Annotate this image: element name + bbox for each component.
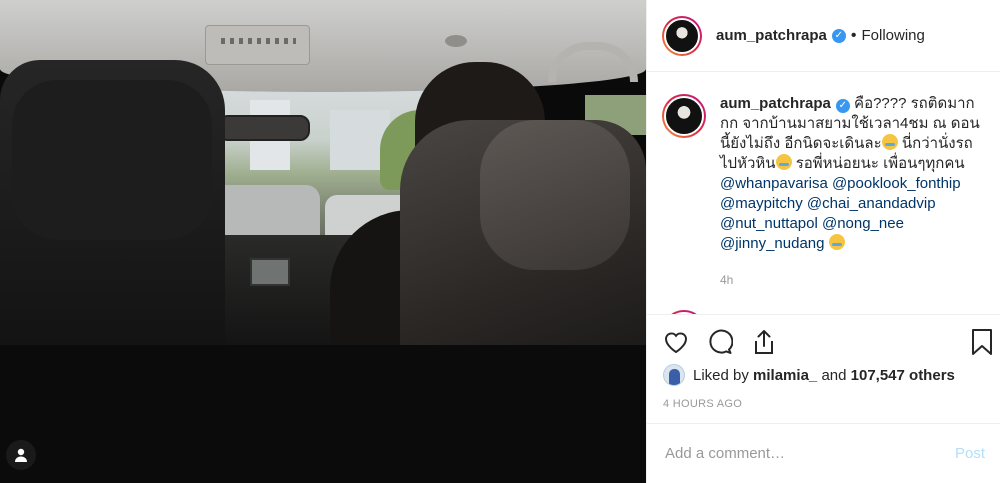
ceiling-light: [445, 35, 467, 47]
mention-link[interactable]: @jinny_nudang: [720, 235, 824, 252]
mention-link: @jinny_nudang: [720, 234, 986, 254]
likes-count[interactable]: 107,547 others: [851, 367, 955, 384]
add-comment-bar: Post: [647, 423, 1000, 483]
comment-input[interactable]: [665, 445, 925, 462]
user-tag-icon[interactable]: [6, 440, 36, 470]
dot-separator: •: [850, 26, 857, 44]
caption-username[interactable]: aum_patchrapa: [720, 95, 831, 112]
crying-emoji-icon: [828, 234, 845, 250]
avatar[interactable]: [662, 15, 702, 56]
post-timestamp[interactable]: 4 HOURS AGO: [663, 398, 742, 410]
comment-item: maypitchy: [647, 290, 1000, 314]
header-username[interactable]: aum_patchrapa: [716, 27, 827, 44]
mention-link[interactable]: @nut_nuttapol @nong_nee: [720, 214, 986, 234]
verified-badge-icon: ✓: [831, 28, 846, 43]
console-screen: [250, 258, 290, 286]
crying-emoji-icon: [881, 134, 898, 150]
share-icon[interactable]: [749, 327, 779, 357]
headrest-left: [12, 80, 212, 240]
post-comment-button[interactable]: Post: [955, 445, 985, 462]
action-bar: [647, 314, 1000, 366]
caption-time[interactable]: 4h: [720, 270, 986, 290]
bookmark-icon[interactable]: [967, 327, 997, 357]
caption-text: รอพี่หน่อยนะ เพื่อนๆทุกคน: [791, 155, 965, 172]
mention-link[interactable]: @whanpavarisa @pooklook_fonthip: [720, 174, 986, 194]
back-seat-shadow: [0, 345, 646, 483]
avatar[interactable]: [663, 364, 685, 386]
likes-prefix: Liked by: [693, 366, 749, 384]
likes-summary: Liked by milamia_ and 107,547 others: [647, 364, 1000, 386]
crying-emoji-icon: [775, 154, 792, 170]
following-button[interactable]: Following: [861, 27, 924, 44]
caption: aum_patchrapa ✓ คือ???? รถติดมากกก จากบ้า…: [647, 72, 1000, 290]
car-ahead: [210, 185, 320, 240]
post-side-panel: aum_patchrapa ✓ • Following aum_patchrap…: [646, 0, 1000, 483]
post-photo[interactable]: [0, 0, 646, 483]
mention-link[interactable]: @maypitchy @chai_anandadvip: [720, 194, 986, 214]
heart-icon[interactable]: [661, 327, 691, 357]
caption-body: aum_patchrapa ✓ คือ???? รถติดมากกก จากบ้า…: [720, 94, 986, 290]
comment-icon[interactable]: [705, 327, 735, 357]
verified-badge-icon: ✓: [835, 99, 850, 113]
headrest-right: [480, 120, 630, 270]
likes-and: and: [821, 366, 847, 384]
post-header: aum_patchrapa ✓ • Following: [647, 0, 1000, 72]
avatar[interactable]: [662, 94, 706, 138]
comments-list: aum_patchrapa ✓ คือ???? รถติดมากกก จากบ้า…: [647, 72, 1000, 314]
overhead-console: [205, 25, 310, 65]
liked-by-user[interactable]: milamia_: [753, 367, 817, 384]
rearview-mirror: [218, 115, 310, 141]
